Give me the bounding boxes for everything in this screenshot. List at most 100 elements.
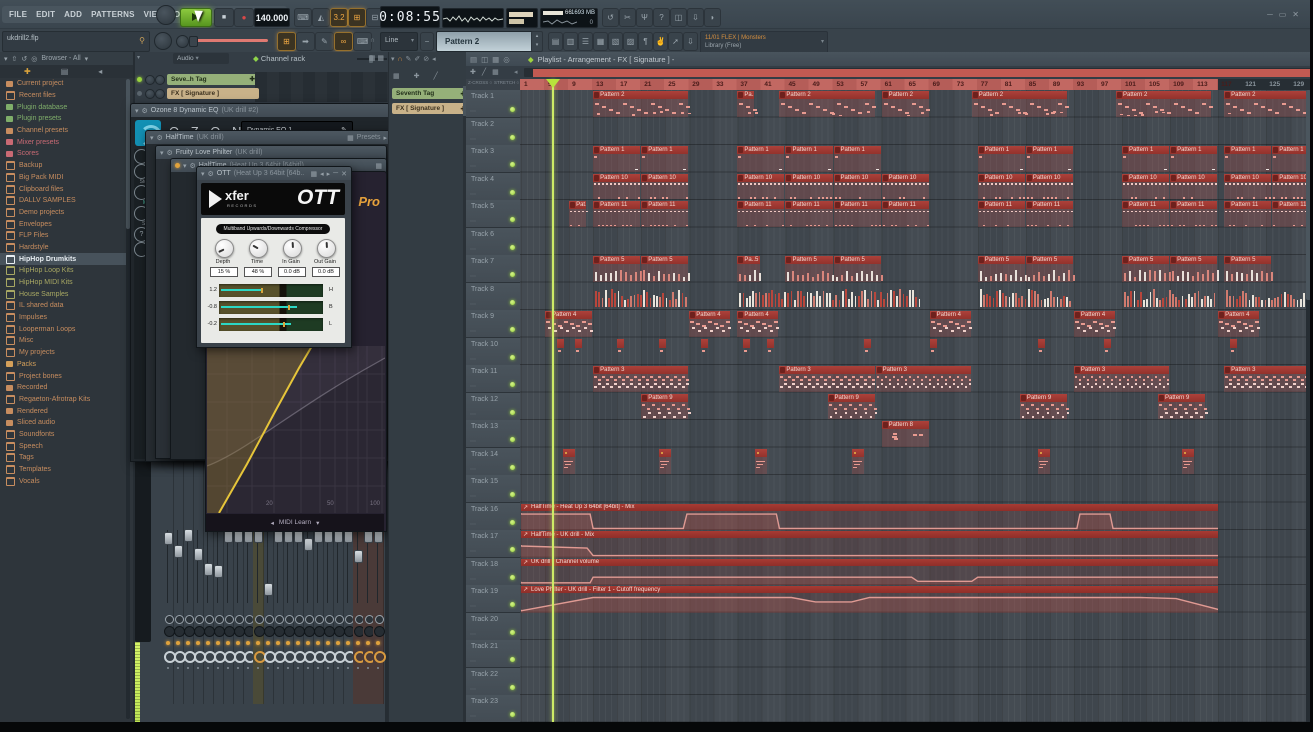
corner-option-stretch[interactable]: STRETCH ○ xyxy=(494,80,519,85)
pattern-clip[interactable]: Pattern 3 xyxy=(779,366,875,392)
record-button[interactable]: ● xyxy=(234,8,254,27)
pattern-clip[interactable]: Pattern 11 xyxy=(881,201,929,227)
track-header[interactable]: Track 19 ⋯ xyxy=(466,585,520,613)
playlist-timeline[interactable]: 1 5 9 13 17 21 25 29 33 37 41 45 49 53 57 61 65 69 73 77 81 8… xyxy=(520,79,1313,90)
mixer-fader[interactable] xyxy=(164,532,173,545)
track-header[interactable]: Track 7 ⋯ xyxy=(466,255,520,283)
route-dot[interactable] xyxy=(307,667,309,669)
plugin-picker-icon[interactable]: ¶ xyxy=(638,32,653,51)
browser-item-tags[interactable]: Tags xyxy=(0,452,133,464)
browser-item-soundfonts[interactable]: Soundfonts xyxy=(0,429,133,441)
mixer-fader[interactable] xyxy=(304,538,313,551)
pattern-clip[interactable]: Pattern 9 xyxy=(1019,393,1070,419)
track-header[interactable]: Track 10 ⋯ xyxy=(466,337,520,366)
playhead-marker[interactable] xyxy=(546,79,561,88)
pattern-clip[interactable]: Pattern 5 xyxy=(593,256,643,282)
route-dot[interactable] xyxy=(207,667,209,669)
route-dot[interactable] xyxy=(187,667,189,669)
window-controls[interactable]: ─▭✕ xyxy=(1267,10,1305,19)
browser-item-demo-projects[interactable]: Demo projects xyxy=(0,207,133,219)
browser-item-house-samples[interactable]: House Samples xyxy=(0,288,133,300)
pattern-clip[interactable] xyxy=(978,284,1073,310)
pattern-clip[interactable]: Pattern 4 xyxy=(689,311,732,337)
touch-controller-icon[interactable]: ✌ xyxy=(653,32,668,51)
close-icon[interactable]: ✕ xyxy=(341,170,347,178)
pattern-clip[interactable]: Pattern 10 xyxy=(881,173,929,199)
mute-led[interactable] xyxy=(306,641,310,645)
pattern-clip[interactable]: Pattern 10 xyxy=(977,173,1025,199)
track-led[interactable] xyxy=(510,657,515,662)
channel-pan-knob[interactable] xyxy=(145,75,155,85)
pattern-clip[interactable]: Pattern 10 xyxy=(1170,173,1218,199)
browser-item-rendered[interactable]: Rendered xyxy=(0,405,133,417)
track-header[interactable]: Track 6 ⋯ xyxy=(466,227,520,256)
pattern-clip[interactable]: Pattern 10 xyxy=(641,173,689,199)
track-header[interactable]: Track 9 ⋯ xyxy=(466,310,520,338)
pan-knob[interactable] xyxy=(374,615,384,624)
route-dot[interactable] xyxy=(177,667,179,669)
browser-item-backup[interactable]: Backup xyxy=(0,160,133,172)
browser-item-hiphop-drumkits[interactable]: HipHop Drumkits xyxy=(0,253,133,265)
picker-item-fx-signature[interactable]: FX [ Signature ]✚ xyxy=(392,103,470,114)
pattern-clip[interactable]: Pattern 1 xyxy=(1170,146,1218,172)
automation-clip[interactable]: ↗ HalfTime - Heat Up 3 64bit [64bit] - Mi… xyxy=(521,503,1219,511)
pattern-clip[interactable]: Pat..3 xyxy=(569,201,589,227)
track-header[interactable]: Track 5 ⋯ xyxy=(466,200,520,228)
pitch-slider[interactable] xyxy=(189,36,268,47)
pattern-clip[interactable]: Pattern 10 xyxy=(593,173,641,199)
track-led[interactable] xyxy=(510,574,515,580)
ott-band-meter[interactable] xyxy=(219,284,323,297)
track-header[interactable]: Track 22 ⋯ xyxy=(466,667,520,696)
browser-item-channel-presets[interactable]: Channel presets xyxy=(0,125,133,137)
picker-view-icons[interactable]: ▦✚╱ xyxy=(393,72,452,80)
pattern-clip[interactable]: Pattern 5 xyxy=(833,256,883,282)
route-dot[interactable] xyxy=(277,667,279,669)
route-dot[interactable] xyxy=(167,667,169,669)
pattern-clip[interactable]: Pattern 5 xyxy=(977,256,1027,282)
piano-roll-icon[interactable]: ▥ xyxy=(563,32,578,51)
browser-item-regaeton-afrotrap-kits[interactable]: Regaeton-Afrotrap Kits xyxy=(0,394,133,406)
pattern-clip[interactable]: Pattern 11 xyxy=(1025,201,1073,227)
pattern-stepper[interactable]: ▴ ▾ xyxy=(531,31,543,52)
browser-item-misc[interactable]: Misc xyxy=(0,335,133,347)
pitch-slider-handle[interactable] xyxy=(189,36,198,47)
automation-clip[interactable]: ↗ HalfTime - UK drill - Mix xyxy=(521,531,1219,538)
browser-item-project-bones[interactable]: Project bones xyxy=(0,370,133,382)
pattern-clip[interactable]: Pattern 1 xyxy=(1025,146,1073,172)
mute-led[interactable] xyxy=(326,641,330,645)
browser-item-il-shared-data[interactable]: IL shared data xyxy=(0,300,133,312)
pattern-clip[interactable]: Pattern 9 xyxy=(827,393,877,419)
pattern-clip[interactable] xyxy=(1224,284,1313,310)
browser-item-hiphop-loop-kits[interactable]: HipHop Loop Kits xyxy=(0,265,133,277)
track-led[interactable] xyxy=(510,382,515,387)
route-dot[interactable] xyxy=(257,667,259,669)
ott-band-meter[interactable] xyxy=(219,318,323,331)
route-dot[interactable] xyxy=(297,667,299,669)
mixer-fader[interactable] xyxy=(264,583,273,596)
pattern-clip[interactable]: Pattern 5 xyxy=(641,256,691,282)
mute-led[interactable] xyxy=(366,641,370,645)
pattern-clip[interactable] xyxy=(1103,338,1111,352)
ott-titlebar[interactable]: ▾ ⚙ OTT (Heat Up 3 64bit [64b.. ▦ ◂ ▸ ─ … xyxy=(197,167,351,180)
pattern-clip[interactable] xyxy=(563,448,576,474)
pattern-clip[interactable]: Pattern 5 xyxy=(1224,256,1274,282)
pattern-clip[interactable] xyxy=(575,338,583,352)
route-dot[interactable] xyxy=(347,667,349,669)
track-led[interactable] xyxy=(510,602,515,607)
track-led[interactable] xyxy=(510,684,515,690)
track-led[interactable] xyxy=(510,354,515,360)
route-dot[interactable] xyxy=(367,667,369,669)
pattern-clip[interactable] xyxy=(617,338,625,352)
playlist-minimap[interactable] xyxy=(524,68,1313,77)
project-title-field[interactable]: ukdrill2.flp ⚲ xyxy=(2,31,150,52)
route-dot[interactable] xyxy=(337,667,339,669)
channel-pan-knob[interactable] xyxy=(145,89,155,99)
ott-knob-value[interactable]: 0.0 dB xyxy=(312,267,340,277)
pattern-clip[interactable] xyxy=(1230,338,1238,352)
route-dot[interactable] xyxy=(237,667,239,669)
pattern-clip[interactable]: Pattern 11 xyxy=(833,201,881,227)
cut-icon[interactable]: ✂ xyxy=(619,8,636,27)
browser-item-hardstyle[interactable]: Hardstyle xyxy=(0,242,133,254)
browser-item-plugin-database[interactable]: Plugin database xyxy=(0,101,133,113)
channel-button-fx-signature[interactable]: FX [ Signature ] xyxy=(167,88,259,99)
